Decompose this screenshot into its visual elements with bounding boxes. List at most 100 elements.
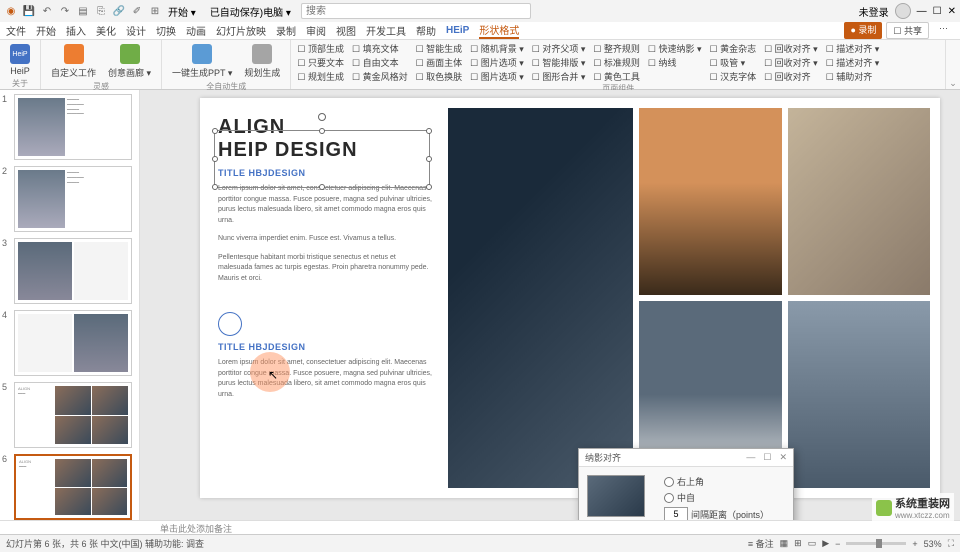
gallery-button[interactable]: 创意画廊 ▾ xyxy=(104,42,155,81)
slide-image[interactable] xyxy=(639,108,781,295)
menu-beautify[interactable]: 美化 xyxy=(96,23,116,38)
ribbon-item[interactable]: ☐ 描述对齐 ▾ xyxy=(826,42,880,55)
ribbon-item[interactable]: ☐ 汉克字体 xyxy=(710,70,757,83)
dialog-maximize-icon[interactable]: ☐ xyxy=(763,452,771,463)
ribbon-item[interactable]: ☐ 吸管 ▾ xyxy=(710,56,757,69)
menu-design[interactable]: 设计 xyxy=(126,23,146,38)
dialog-titlebar[interactable]: 纳影对齐 — ☐ ✕ xyxy=(579,449,793,467)
qat-icon[interactable]: ⊞ xyxy=(148,4,162,18)
collapse-ribbon-icon[interactable]: ⌄ xyxy=(946,40,960,89)
ribbon-item[interactable]: ☐ 回收对齐 ▾ xyxy=(764,42,818,55)
slide-image[interactable] xyxy=(448,108,633,488)
plan-gen-button[interactable]: 规划生成 xyxy=(240,42,284,81)
slide-para[interactable]: Lorem ipsum dolor sit amet, consectetuer… xyxy=(218,184,432,226)
radio-center[interactable] xyxy=(664,493,674,503)
align-dialog[interactable]: 纳影对齐 — ☐ ✕ 左下角 中下 右上角 中自 xyxy=(578,448,794,520)
ribbon-item[interactable]: ☐ 对齐父项 ▾ xyxy=(532,42,586,55)
radio-topright[interactable] xyxy=(664,477,674,487)
close-icon[interactable]: ✕ xyxy=(948,6,956,17)
zoom-in-icon[interactable]: + xyxy=(912,539,917,549)
qat-icon[interactable]: 🔗 xyxy=(112,4,126,18)
thumbnail-6[interactable]: 6ALIGN━━━ xyxy=(4,454,135,520)
menu-record[interactable]: 录制 xyxy=(276,23,296,38)
zoom-percent[interactable]: 53% xyxy=(924,539,942,549)
menu-insert[interactable]: 插入 xyxy=(66,23,86,38)
ribbon-item[interactable]: ☐ 黄色工具 xyxy=(593,70,640,83)
qat-icon[interactable]: ✐ xyxy=(130,4,144,18)
menu-slideshow[interactable]: 幻灯片放映 xyxy=(216,23,266,38)
menu-heip[interactable]: HEiP xyxy=(446,25,469,36)
one-click-ppt-button[interactable]: 一键生成PPT ▾ xyxy=(168,42,236,81)
ribbon-item[interactable]: ☐ 取色换肤 xyxy=(416,70,463,83)
ribbon-item[interactable]: ☐ 画面主体 xyxy=(416,56,463,69)
resize-handle[interactable] xyxy=(212,156,218,162)
menu-shape-format[interactable]: 形状格式 xyxy=(479,22,519,39)
menu-developer[interactable]: 开发工具 xyxy=(366,23,406,38)
custom-work-button[interactable]: 自定义工作 xyxy=(47,42,100,81)
spacing-input[interactable] xyxy=(664,507,688,520)
ribbon-item[interactable]: ☐ 标准规则 xyxy=(593,56,640,69)
notes-bar[interactable]: 单击此处添加备注 xyxy=(0,520,960,534)
menu-home[interactable]: 开始 xyxy=(36,23,56,38)
ribbon-item[interactable]: ☐ 快速纳影 ▾ xyxy=(648,42,702,55)
radio-topright-row[interactable]: 右上角 xyxy=(664,475,785,488)
ribbon-item[interactable]: ☐ 图形合并 ▾ xyxy=(532,70,586,83)
dialog-minimize-icon[interactable]: — xyxy=(746,452,755,463)
radio-center-row[interactable]: 中自 xyxy=(664,491,785,504)
ribbon-item[interactable]: ☐ 只要文本 xyxy=(297,56,344,69)
ribbon-item[interactable]: ☐ 回收对齐 ▾ xyxy=(764,56,818,69)
record-button[interactable]: ● 录制 xyxy=(844,22,882,39)
slide-image[interactable] xyxy=(788,108,930,295)
ribbon-item[interactable]: ☐ 黄金杂志 xyxy=(710,42,757,55)
slide-para[interactable]: Pellentesque habitant morbi tristique se… xyxy=(218,253,432,285)
menu-help[interactable]: 帮助 xyxy=(416,23,436,38)
menu-file[interactable]: 文件 xyxy=(6,23,26,38)
search-input[interactable] xyxy=(301,3,531,19)
resize-handle[interactable] xyxy=(426,184,432,190)
thumbnail-5[interactable]: 5ALIGN━━━ xyxy=(4,382,135,448)
thumbnail-3[interactable]: 3 xyxy=(4,238,135,304)
ribbon-item[interactable]: ☐ 自由文本 xyxy=(352,56,408,69)
resize-handle[interactable] xyxy=(426,156,432,162)
ribbon-item[interactable]: ☐ 图片选项 ▾ xyxy=(470,70,524,83)
zoom-out-icon[interactable]: − xyxy=(835,539,840,549)
ribbon-item[interactable]: ☐ 随机背景 ▾ xyxy=(470,42,524,55)
user-label[interactable]: 未登录 xyxy=(859,4,889,19)
resize-handle[interactable] xyxy=(212,184,218,190)
thumbnail-4[interactable]: 4 xyxy=(4,310,135,376)
menu-transitions[interactable]: 切换 xyxy=(156,23,176,38)
maximize-icon[interactable]: ☐ xyxy=(933,6,942,17)
mode-dropdown[interactable]: 开始 ▾ xyxy=(168,4,196,19)
slide-para[interactable]: Lorem ipsum dolor sit amet, consectetuer… xyxy=(218,358,432,400)
slide-image[interactable] xyxy=(788,301,930,488)
selection-box[interactable] xyxy=(214,130,430,188)
ribbon-item[interactable]: ☐ 智能生成 xyxy=(416,42,463,55)
zoom-slider[interactable] xyxy=(846,542,906,545)
notes-toggle[interactable]: ≡ 备注 xyxy=(748,537,774,550)
thumbnail-1[interactable]: 1━━━━━━━━━━━━━━━━━━━━━━━━ xyxy=(4,94,135,160)
ribbon-item[interactable]: ☐ 填充文体 xyxy=(352,42,408,55)
resize-handle[interactable] xyxy=(319,184,325,190)
qat-icon[interactable]: ⎘ xyxy=(94,4,108,18)
slide-para[interactable]: Nunc viverra imperdiet enim. Fusce est. … xyxy=(218,234,432,245)
ribbon-item[interactable]: ☐ 规划生成 xyxy=(297,70,344,83)
more-button[interactable]: ··· xyxy=(933,22,954,39)
save-icon[interactable]: 💾 xyxy=(22,4,36,18)
ribbon-item[interactable]: ☐ 整齐规则 xyxy=(593,42,640,55)
ribbon-item[interactable]: ☐ 图片选项 ▾ xyxy=(470,56,524,69)
rotate-handle[interactable] xyxy=(318,113,326,121)
slide-canvas[interactable]: ALIGN HEIP DESIGN TITLE HBJDESIGN Lorem … xyxy=(140,90,960,520)
thumbnail-2[interactable]: 2━━━━━━━━━━━━━━━━━ xyxy=(4,166,135,232)
slide-subtitle-2[interactable]: TITLE HBJDESIGN xyxy=(218,342,432,352)
resize-handle[interactable] xyxy=(319,128,325,134)
redo-icon[interactable]: ↷ xyxy=(58,4,72,18)
ribbon-item[interactable]: ☐ 回收对齐 xyxy=(764,70,818,83)
minimize-icon[interactable]: — xyxy=(917,6,927,17)
dialog-close-icon[interactable]: ✕ xyxy=(779,452,787,463)
resize-handle[interactable] xyxy=(212,128,218,134)
menu-review[interactable]: 审阅 xyxy=(306,23,326,38)
ribbon-item[interactable]: ☐ 顶部生成 xyxy=(297,42,344,55)
share-button[interactable]: ☐ 共享 xyxy=(886,22,929,39)
avatar[interactable] xyxy=(895,3,911,19)
undo-icon[interactable]: ↶ xyxy=(40,4,54,18)
